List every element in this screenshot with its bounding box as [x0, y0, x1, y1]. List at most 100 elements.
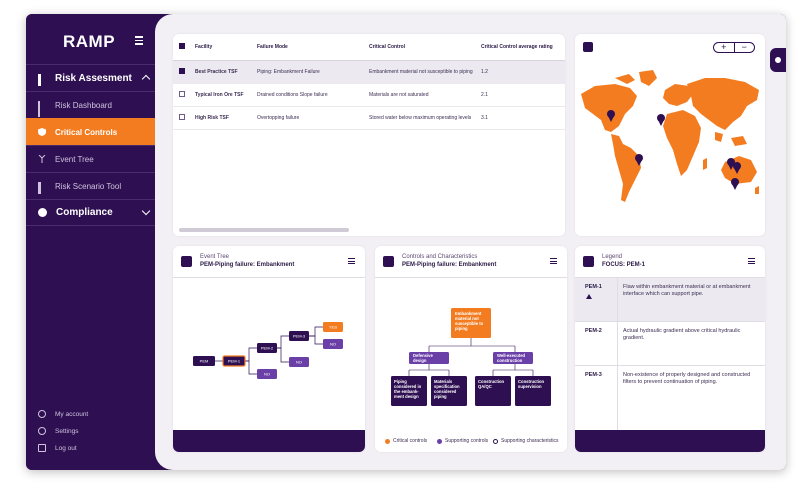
select-all-checkbox[interactable] [179, 42, 185, 49]
control-node-root[interactable]: Embankment material not susceptible to p… [451, 308, 491, 338]
legend-description: Non-existence of properly designed and c… [623, 372, 751, 385]
row-checkbox[interactable] [179, 67, 185, 74]
chevron-down-icon [141, 206, 151, 216]
footer-log-out[interactable]: Log out [38, 444, 77, 452]
control-node-leaf[interactable]: Piping considered in the embank- ment de… [391, 376, 427, 406]
sidebar-item-critical-controls[interactable]: Critical Controls [26, 118, 161, 145]
nav-group-risk-assessment[interactable]: Risk Assesment [26, 64, 161, 91]
grid-icon [38, 74, 46, 86]
key-supporting-characteristics: Supporting characteristics [493, 438, 559, 444]
node-label: PEM-2 [261, 346, 274, 351]
column-header-rating[interactable]: Critical Control average rating [475, 34, 565, 61]
table-row[interactable]: Best Practice TSF Piping: Embankment Fai… [173, 60, 565, 84]
control-node-defensive-design[interactable]: Defensive design [409, 352, 449, 364]
footer-label: My account [55, 410, 89, 418]
nav-group-label: Compliance [56, 207, 113, 218]
side-panel-toggle[interactable] [770, 48, 786, 72]
gear-icon [38, 427, 46, 435]
sidebar-item-label: Risk Dashboard [55, 100, 112, 110]
table-row[interactable]: Typical Iron Ore TSF Drained conditions … [173, 83, 565, 107]
legend-card: Legend FOCUS: PEM-1 PEM-1 Flaw within em… [575, 246, 765, 452]
divider [617, 278, 618, 452]
map-pin[interactable] [731, 178, 739, 190]
svg-text:piping: piping [434, 394, 447, 399]
svg-text:design: design [413, 358, 427, 363]
menu-icon[interactable] [748, 258, 755, 266]
tree-node[interactable]: NO [257, 369, 277, 379]
card-title: Controls and Characteristics [402, 254, 478, 260]
row-checkbox[interactable] [179, 90, 185, 97]
card-title: Event Tree [200, 254, 230, 260]
control-node-leaf[interactable]: Construction QA/QC [475, 376, 511, 406]
menu-toggle-icon[interactable] [135, 36, 143, 47]
controls-characteristics-card: Controls and Characteristics PEM-Piping … [375, 246, 567, 452]
user-icon [38, 410, 46, 418]
tree-node[interactable]: NO [323, 339, 343, 349]
world-map[interactable] [575, 34, 765, 236]
card-header: Controls and Characteristics PEM-Piping … [375, 246, 567, 278]
horizontal-scrollbar[interactable] [179, 228, 349, 232]
key-critical-controls: Critical controls [385, 438, 427, 444]
card-footer [173, 430, 365, 452]
cell-failure-mode: Overtopping failure [251, 106, 363, 130]
footer-my-account[interactable]: My account [38, 410, 88, 418]
key-label: Supporting characteristics [501, 438, 559, 444]
sidebar-item-label: Critical Controls [55, 127, 118, 137]
card-header: Legend FOCUS: PEM-1 [575, 246, 765, 278]
sidebar-item-risk-dashboard[interactable]: Risk Dashboard [26, 91, 161, 118]
tree-node[interactable]: NO [289, 357, 309, 367]
column-header-facility[interactable]: Facility [189, 34, 251, 61]
world-map-card: + − [575, 34, 765, 236]
cell-critical-control: Materials are not saturated [363, 83, 475, 107]
menu-icon[interactable] [550, 258, 557, 266]
grid-icon [38, 182, 46, 194]
event-tree-card: Event Tree PEM-Piping failure: Embankmen… [173, 246, 365, 452]
shield-icon [38, 128, 46, 136]
control-node-leaf[interactable]: Construction supervision [515, 376, 551, 406]
event-tree-diagram: PEM PEM-1 PEM-2 NO PEM-3 NO YES NO [193, 322, 343, 379]
legend-description: Actual hydraulic gradient above critical… [623, 328, 741, 341]
cell-failure-mode: Piping: Embankment Failure [251, 60, 363, 84]
control-node-leaf[interactable]: Materials specification considered pipin… [431, 376, 467, 406]
diagram-icon [383, 256, 394, 267]
control-node-well-executed-construction[interactable]: Well-executed construction [493, 352, 533, 364]
branch-icon [38, 154, 46, 163]
cell-critical-control: Embankment material not susceptible to p… [363, 60, 475, 84]
column-header-critical-control[interactable]: Critical Control [363, 34, 475, 61]
critical-controls-table-card: Facility Failure Mode Critical Control C… [173, 34, 565, 236]
tree-node[interactable]: YES [323, 322, 343, 332]
cell-rating: 2.1 [475, 83, 565, 107]
legend-row[interactable]: PEM-3 Non-existence of properly designed… [575, 366, 765, 430]
menu-icon[interactable] [348, 258, 355, 266]
row-checkbox[interactable] [179, 113, 185, 120]
svg-text:ment design: ment design [394, 394, 419, 399]
logo: RAMP [63, 32, 116, 51]
legend-row[interactable]: PEM-2 Actual hydraulic gradient above cr… [575, 322, 765, 366]
app-window: RAMP Risk Assesment Risk Dashboard Criti… [26, 14, 786, 470]
triangle-up-icon [586, 294, 592, 301]
legend-row[interactable]: PEM-1 Flaw within embankment material or… [575, 278, 765, 322]
key-label: Critical controls [393, 438, 428, 444]
cell-rating: 3.1 [475, 106, 565, 130]
tree-node[interactable]: PEM-1 [222, 355, 246, 367]
info-icon [775, 57, 781, 63]
card-subtitle: FOCUS: PEM-1 [602, 262, 646, 268]
tree-node[interactable]: PEM-3 [289, 331, 309, 341]
card-footer [575, 430, 765, 452]
tree-node[interactable]: PEM-2 [257, 343, 277, 353]
column-header-failure-mode[interactable]: Failure Mode [251, 34, 363, 61]
nav-group-compliance[interactable]: Compliance [26, 199, 161, 226]
logout-icon [38, 444, 46, 452]
sidebar-item-event-tree[interactable]: Event Tree [26, 145, 161, 172]
node-label: NO [330, 342, 336, 347]
sidebar-item-risk-scenario-tool[interactable]: Risk Scenario Tool [26, 172, 161, 199]
footer-settings[interactable]: Settings [38, 427, 79, 435]
sidebar-item-label: Risk Scenario Tool [55, 181, 122, 191]
tree-icon [181, 256, 192, 267]
legend-code: PEM-3 [585, 372, 602, 378]
tree-node[interactable]: PEM [193, 356, 215, 366]
card-header: Event Tree PEM-Piping failure: Embankmen… [173, 246, 365, 278]
table-row[interactable]: High Risk TSF Overtopping failure Stored… [173, 106, 565, 130]
svg-text:construction: construction [497, 358, 523, 363]
key-label: Supporting controls [445, 438, 489, 444]
